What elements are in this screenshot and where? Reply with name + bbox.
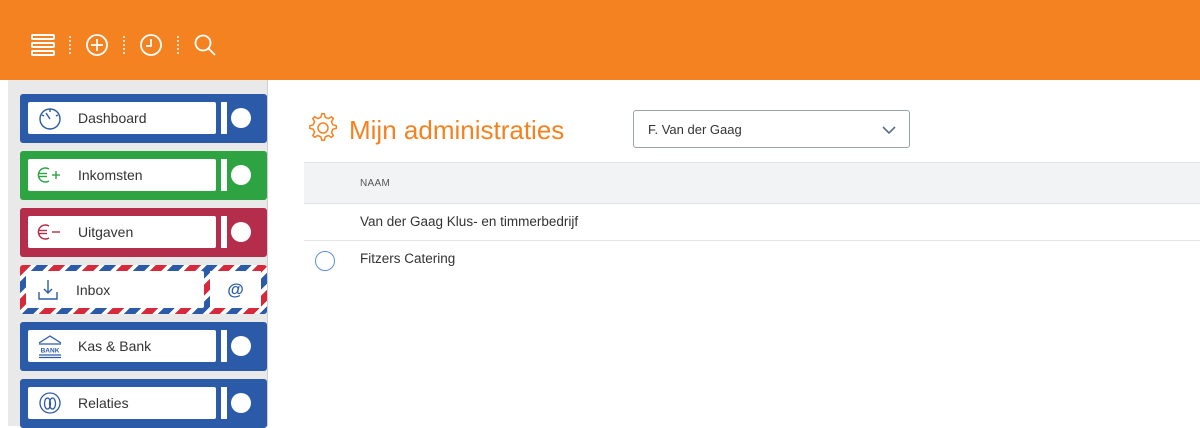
sidebar-item-label: Kas & Bank (78, 338, 152, 354)
select-value: F. Van der Gaag (648, 121, 742, 137)
administration-select[interactable]: F. Van der Gaag (633, 110, 910, 148)
nav-divider (221, 387, 227, 419)
sidebar-toggle-uitgaven[interactable] (231, 222, 251, 242)
sidebar-item-inbox[interactable]: Inbox @ (20, 265, 267, 314)
table-header: NAAM (304, 162, 1200, 204)
main-content: Mijn administraties F. Van der Gaag NAAM… (269, 80, 1200, 426)
nav-card: BANK Kas & Bank (28, 330, 216, 362)
sidebar-toggle-relaties[interactable] (231, 393, 251, 413)
sidebar-toggle-inkomsten[interactable] (231, 165, 251, 185)
bank-icon-text: BANK (41, 348, 60, 355)
sidebar-item-label: Relaties (78, 395, 129, 411)
inbox-icon (26, 274, 70, 306)
sidebar-item-relaties[interactable]: Relaties (20, 379, 267, 428)
page-header: Mijn administraties (307, 110, 564, 150)
nav-divider (221, 159, 227, 191)
toolbar-divider (177, 36, 179, 54)
sidebar-toggle-kas-bank[interactable] (231, 336, 251, 356)
bank-icon: BANK (28, 330, 72, 362)
nav-divider (221, 216, 227, 248)
sidebar-item-label: Dashboard (78, 110, 147, 126)
inbox-email-badge[interactable]: @ (210, 271, 261, 308)
sidebar-item-label: Uitgaven (78, 224, 134, 240)
row-name: Fitzers Catering (360, 251, 456, 266)
sidebar-item-kas-bank[interactable]: BANK Kas & Bank (20, 322, 267, 371)
nav-card: Relaties (28, 387, 216, 419)
table-row[interactable]: Fitzers Catering (304, 241, 1200, 278)
nav-card: Inbox (26, 271, 204, 308)
sidebar-toggle-dashboard[interactable] (231, 108, 251, 128)
toolbar-divider (123, 36, 125, 54)
administrations-table: NAAM Van der Gaag Klus- en timmerbedrijf… (304, 162, 1200, 278)
sidebar-item-label: Inbox (76, 281, 111, 298)
nav-divider (221, 102, 227, 134)
table-row[interactable]: Van der Gaag Klus- en timmerbedrijf (304, 204, 1200, 241)
add-icon[interactable] (82, 30, 112, 60)
top-bar (0, 0, 1200, 80)
clock-icon[interactable] (136, 30, 166, 60)
search-icon[interactable] (190, 30, 220, 60)
nav-card: Uitgaven (28, 216, 216, 248)
dashboard-gauge-icon (28, 102, 72, 134)
page-title: Mijn administraties (349, 114, 565, 145)
relations-icon (28, 387, 72, 419)
menu-icon[interactable] (28, 30, 58, 60)
nav-divider (221, 330, 227, 362)
sidebar-item-dashboard[interactable]: Dashboard (20, 94, 267, 143)
nav-card: Dashboard (28, 102, 216, 134)
chevron-down-icon (881, 123, 897, 141)
column-header-naam[interactable]: NAAM (360, 178, 390, 189)
sidebar-item-label: Inkomsten (78, 167, 143, 183)
euro-plus-icon (28, 159, 72, 191)
row-radio-button[interactable] (315, 251, 335, 271)
sidebar: Dashboard Inkomsten Uitgaven Inbox @ BAN… (8, 80, 268, 428)
nav-card: Inkomsten (28, 159, 216, 191)
sidebar-item-uitgaven[interactable]: Uitgaven (20, 208, 267, 257)
gear-icon (307, 112, 339, 149)
top-toolbar (28, 30, 220, 60)
sidebar-item-inkomsten[interactable]: Inkomsten (20, 151, 267, 200)
toolbar-divider (69, 36, 71, 54)
row-name: Van der Gaag Klus- en timmerbedrijf (360, 214, 579, 229)
euro-minus-icon (28, 216, 72, 248)
